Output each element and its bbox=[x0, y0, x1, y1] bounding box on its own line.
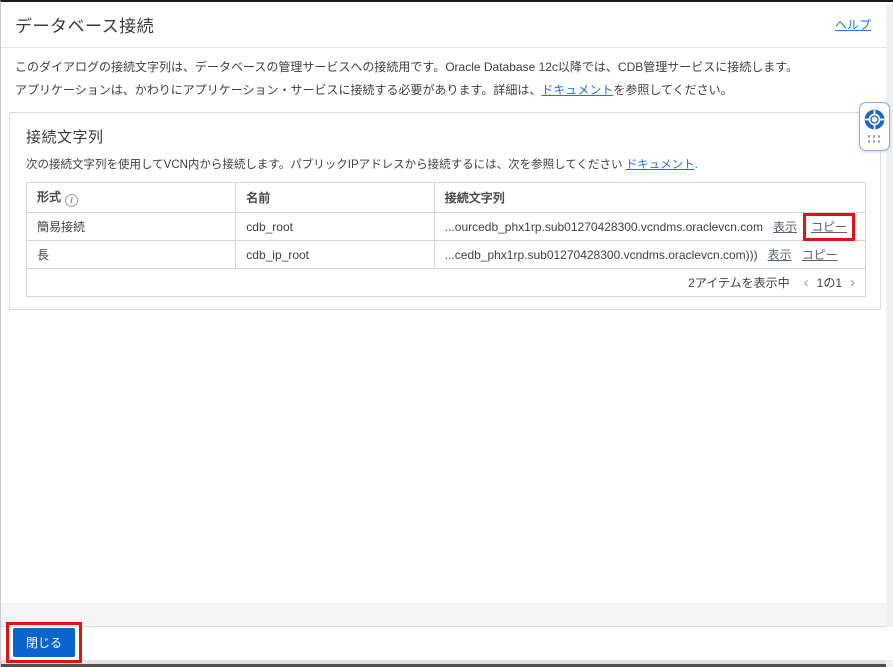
life-preserver-icon bbox=[864, 109, 885, 130]
drag-handle-dots-icon[interactable] bbox=[868, 135, 882, 144]
connection-strings-table: 形式 i 名前 接続文字列 簡易接続 cdb_root ...ourcedb_ph… bbox=[26, 182, 866, 297]
database-connection-dialog: データベース接続 ヘルプ このダイアログの接続文字列は、データベースの管理サービ… bbox=[0, 0, 893, 667]
column-header-name-label: 名前 bbox=[246, 191, 270, 205]
page-title: データベース接続 bbox=[15, 12, 154, 37]
annotation-highlight-copy: コピー bbox=[803, 213, 855, 241]
intro-line-2: アプリケーションは、かわりにアプリケーション・サービスに接続する必要があります。… bbox=[15, 83, 879, 98]
cell-connection: ...ourcedb_phx1rp.sub01270428300.vcndms.… bbox=[434, 213, 865, 241]
items-count-text: 2アイテムを表示中 bbox=[688, 274, 789, 291]
column-header-connection-label: 接続文字列 bbox=[445, 191, 505, 205]
close-button[interactable]: 閉じる bbox=[13, 628, 75, 657]
intro-line-2-tail: を参照してください。 bbox=[613, 83, 732, 97]
intro-text: このダイアログの接続文字列は、データベースの管理サービスへの接続用です。Orac… bbox=[1, 48, 893, 106]
pagination-page-indicator: 1の1 bbox=[817, 274, 842, 291]
intro-line-1: このダイアログの接続文字列は、データベースの管理サービスへの接続用です。Orac… bbox=[15, 60, 879, 75]
intro-line-2-text: アプリケーションは、かわりにアプリケーション・サービスに接続する必要があります。… bbox=[15, 83, 541, 97]
cell-name: cdb_ip_root bbox=[236, 241, 434, 269]
table-row: 簡易接続 cdb_root ...ourcedb_phx1rp.sub01270… bbox=[27, 213, 866, 241]
panel-title: 接続文字列 bbox=[26, 126, 866, 147]
table-footer-cell: 2アイテムを表示中 ‹ 1の1 › bbox=[27, 269, 866, 297]
panel-description-text: 次の接続文字列を使用してVCN内から接続します。パブリックIPアドレスから接続す… bbox=[26, 159, 626, 171]
cell-format: 簡易接続 bbox=[27, 213, 236, 241]
show-link[interactable]: 表示 bbox=[768, 248, 792, 262]
copy-link[interactable]: コピー bbox=[811, 220, 847, 234]
cell-connection: ...cedb_phx1rp.sub01270428300.vcndms.ora… bbox=[434, 241, 865, 269]
table-row: 長 cdb_ip_root ...cedb_phx1rp.sub01270428… bbox=[27, 241, 866, 269]
connection-strings-panel: 接続文字列 次の接続文字列を使用してVCN内から接続します。パブリックIPアドレ… bbox=[9, 112, 881, 310]
column-header-format: 形式 i bbox=[27, 183, 236, 213]
documentation-link[interactable]: ドキュメント bbox=[541, 83, 613, 97]
connection-string: ...ourcedb_phx1rp.sub01270428300.vcndms.… bbox=[445, 220, 763, 234]
column-header-connection: 接続文字列 bbox=[434, 183, 865, 213]
table-footer-row: 2アイテムを表示中 ‹ 1の1 › bbox=[27, 269, 866, 297]
support-widget[interactable] bbox=[859, 102, 890, 151]
annotation-highlight-close: 閉じる bbox=[6, 622, 82, 663]
cell-format: 長 bbox=[27, 241, 236, 269]
pagination-next-icon[interactable]: › bbox=[850, 275, 855, 290]
panel-description-tail: . bbox=[695, 159, 698, 171]
cell-name: cdb_root bbox=[236, 213, 434, 241]
pagination-prev-icon[interactable]: ‹ bbox=[804, 275, 809, 290]
pre-footer-band bbox=[1, 603, 893, 627]
copy-link[interactable]: コピー bbox=[802, 248, 838, 262]
column-header-format-label: 形式 bbox=[37, 190, 61, 204]
dialog-footer: 閉じる bbox=[1, 627, 893, 660]
help-link[interactable]: ヘルプ bbox=[835, 16, 871, 33]
panel-description: 次の接続文字列を使用してVCN内から接続します。パブリックIPアドレスから接続す… bbox=[26, 156, 866, 172]
pagination: ‹ 1の1 › bbox=[804, 274, 855, 291]
show-link[interactable]: 表示 bbox=[773, 220, 797, 234]
column-header-name: 名前 bbox=[236, 183, 434, 213]
info-icon[interactable]: i bbox=[65, 194, 78, 207]
connection-string: ...cedb_phx1rp.sub01270428300.vcndms.ora… bbox=[445, 248, 758, 262]
table-header-row: 形式 i 名前 接続文字列 bbox=[27, 183, 866, 213]
panel-documentation-link[interactable]: ドキュメント bbox=[626, 159, 695, 171]
dialog-header: データベース接続 ヘルプ bbox=[1, 2, 893, 48]
empty-body-area bbox=[1, 310, 893, 603]
